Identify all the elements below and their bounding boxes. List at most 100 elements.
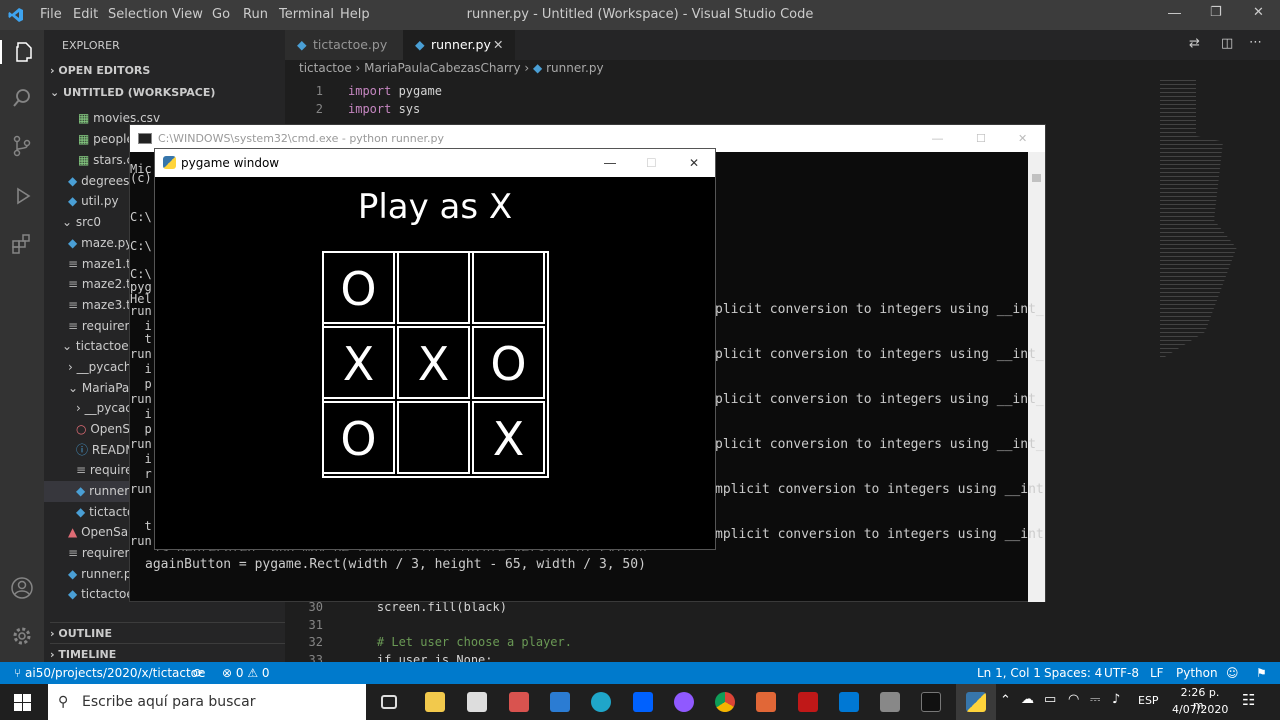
matlab-icon[interactable] (756, 692, 776, 712)
pygame-title-bar: pygame window ― ☐ ✕ (155, 149, 715, 177)
eol[interactable]: LF (1150, 662, 1164, 684)
search-icon[interactable] (10, 86, 34, 110)
python-logo-icon (163, 156, 176, 169)
open-editors-section[interactable]: › OPEN EDITORS (50, 60, 291, 81)
volume-icon[interactable]: ♪ (1112, 692, 1120, 707)
board-cell[interactable]: X (472, 401, 545, 474)
cmd-minimize-button[interactable]: ― (932, 125, 943, 152)
pygame-close-button[interactable]: ✕ (689, 149, 699, 177)
pygame-maximize-button[interactable]: ☐ (646, 149, 657, 177)
breadcrumb-item[interactable]: runner.py (546, 61, 604, 75)
explorer-icon[interactable] (0, 40, 44, 64)
source-control-icon[interactable] (10, 134, 34, 158)
menu-view[interactable]: View (172, 7, 203, 22)
pygame-minimize-button[interactable]: ― (604, 149, 616, 177)
windows-start-icon[interactable] (14, 694, 31, 711)
restore-button[interactable]: ❐ (1210, 5, 1222, 20)
account-icon[interactable] (10, 576, 34, 600)
minimize-button[interactable]: ― (1168, 6, 1181, 21)
tab-tictactoe[interactable]: ◆ tictactoe.py (285, 30, 403, 60)
control-panel-icon[interactable] (880, 692, 900, 712)
cmd-output-fragment: i (130, 407, 152, 421)
power-icon[interactable]: ⎓ (1090, 692, 1100, 707)
settings-gear-icon[interactable] (10, 624, 34, 648)
tab-runner[interactable]: ◆ runner.py ✕ (403, 30, 515, 60)
onedrive-icon[interactable]: ☁ (1021, 692, 1034, 707)
problems-indicator[interactable]: ⊗ 0 ⚠ 0 (222, 662, 270, 684)
board-cell[interactable]: X (397, 326, 470, 399)
network-icon[interactable]: ◠ (1068, 692, 1079, 707)
active-app-highlight[interactable] (956, 684, 996, 720)
code-line: import pygame (348, 84, 442, 98)
board-cell[interactable] (397, 251, 470, 324)
split-editor-icon[interactable]: ◫ (1221, 36, 1233, 51)
sync-icon[interactable]: ⟳ (193, 662, 203, 684)
battery-icon[interactable]: ▭ (1044, 692, 1056, 707)
close-tab-icon[interactable]: ✕ (493, 30, 503, 60)
language-indicator[interactable]: ESP (1138, 694, 1159, 707)
action-center-icon[interactable]: ☷ (1242, 691, 1255, 709)
tray-chevron-icon[interactable]: ⌃ (1000, 693, 1011, 708)
close-button[interactable]: ✕ (1253, 5, 1264, 20)
code-line: if user is None: (348, 653, 493, 662)
menu-selection[interactable]: Selection (108, 7, 168, 22)
dropbox-icon[interactable] (633, 692, 653, 712)
cmd-output-fragment: t (130, 332, 152, 346)
indentation[interactable]: Spaces: 4 (1044, 662, 1102, 684)
feedback-icon[interactable]: ☺ (1226, 662, 1239, 684)
cmd-warning: plicit conversion to integers using __in… (715, 347, 1044, 362)
extensions-icon[interactable] (10, 232, 34, 256)
board-cell[interactable]: O (472, 326, 545, 399)
pygame-title: pygame window (181, 156, 280, 170)
notifications-bell-icon[interactable]: ⚑ (1256, 662, 1267, 684)
menu-file[interactable]: File (40, 7, 62, 22)
mcafee-icon[interactable] (798, 692, 818, 712)
run-debug-icon[interactable] (10, 184, 34, 208)
clock-date[interactable]: 4/07/2020 (1172, 703, 1228, 716)
cmd-output-fragment: C:\ (130, 210, 152, 224)
file-explorer-icon[interactable] (425, 692, 445, 712)
breadcrumb-item[interactable]: tictactoe (299, 61, 352, 75)
terminal-taskbar-icon[interactable] (921, 692, 941, 712)
timeline-section[interactable]: › TIMELINE (50, 643, 291, 664)
pygame-window: pygame window ― ☐ ✕ Play as X O X X O O … (154, 148, 716, 550)
task-view-icon[interactable] (381, 695, 397, 709)
more-actions-icon[interactable]: ⋯ (1249, 35, 1262, 50)
cmd-warning: mplicit conversion to integers using __i… (715, 527, 1044, 542)
cmd-output-fragment: run (130, 482, 152, 496)
chrome-icon[interactable] (715, 692, 735, 712)
gift-app-icon[interactable] (509, 692, 529, 712)
workspace-section[interactable]: ⌄ UNTITLED (WORKSPACE) (50, 82, 291, 103)
board-cell[interactable] (472, 251, 545, 324)
outline-section[interactable]: › OUTLINE (50, 622, 291, 643)
board-cell[interactable]: O (322, 401, 395, 474)
cursor-position[interactable]: Ln 1, Col 1 (977, 662, 1041, 684)
vscode-taskbar-icon[interactable] (839, 692, 859, 712)
line-number: 1 (315, 84, 323, 98)
cmd-output-fragment: run (130, 392, 152, 406)
board-cell[interactable] (397, 401, 470, 474)
game-heading: Play as X (357, 187, 513, 227)
cmd-icon (138, 133, 152, 144)
encoding[interactable]: UTF-8 (1104, 662, 1139, 684)
language-mode[interactable]: Python (1176, 662, 1218, 684)
store-icon[interactable] (467, 692, 487, 712)
cmd-output-fragment: t (130, 519, 152, 533)
cmd-maximize-button[interactable]: ☐ (976, 125, 986, 152)
firefox-icon[interactable] (674, 692, 694, 712)
line-number: 32 (308, 635, 323, 649)
remote-branch[interactable]: ⑂ ai50/projects/2020/x/tictactoe (14, 662, 205, 684)
line-number: 33 (308, 653, 323, 662)
menu-go[interactable]: Go (212, 7, 230, 22)
edge-icon[interactable] (591, 692, 611, 712)
open-changes-icon[interactable]: ⇄ (1189, 36, 1200, 51)
breadcrumb-item[interactable]: MariaPaulaCabezasCharry (364, 61, 520, 75)
board-cell[interactable]: X (322, 326, 395, 399)
menu-edit[interactable]: Edit (73, 7, 98, 22)
menu-run[interactable]: Run (243, 7, 268, 22)
cmd-close-button[interactable]: ✕ (1018, 125, 1027, 152)
cmd-output-fragment: run (130, 347, 152, 361)
board-cell[interactable]: O (322, 251, 395, 324)
taskbar-search-input[interactable]: ⚲ Escribe aquí para buscar (48, 684, 366, 720)
mail-icon[interactable] (550, 692, 570, 712)
